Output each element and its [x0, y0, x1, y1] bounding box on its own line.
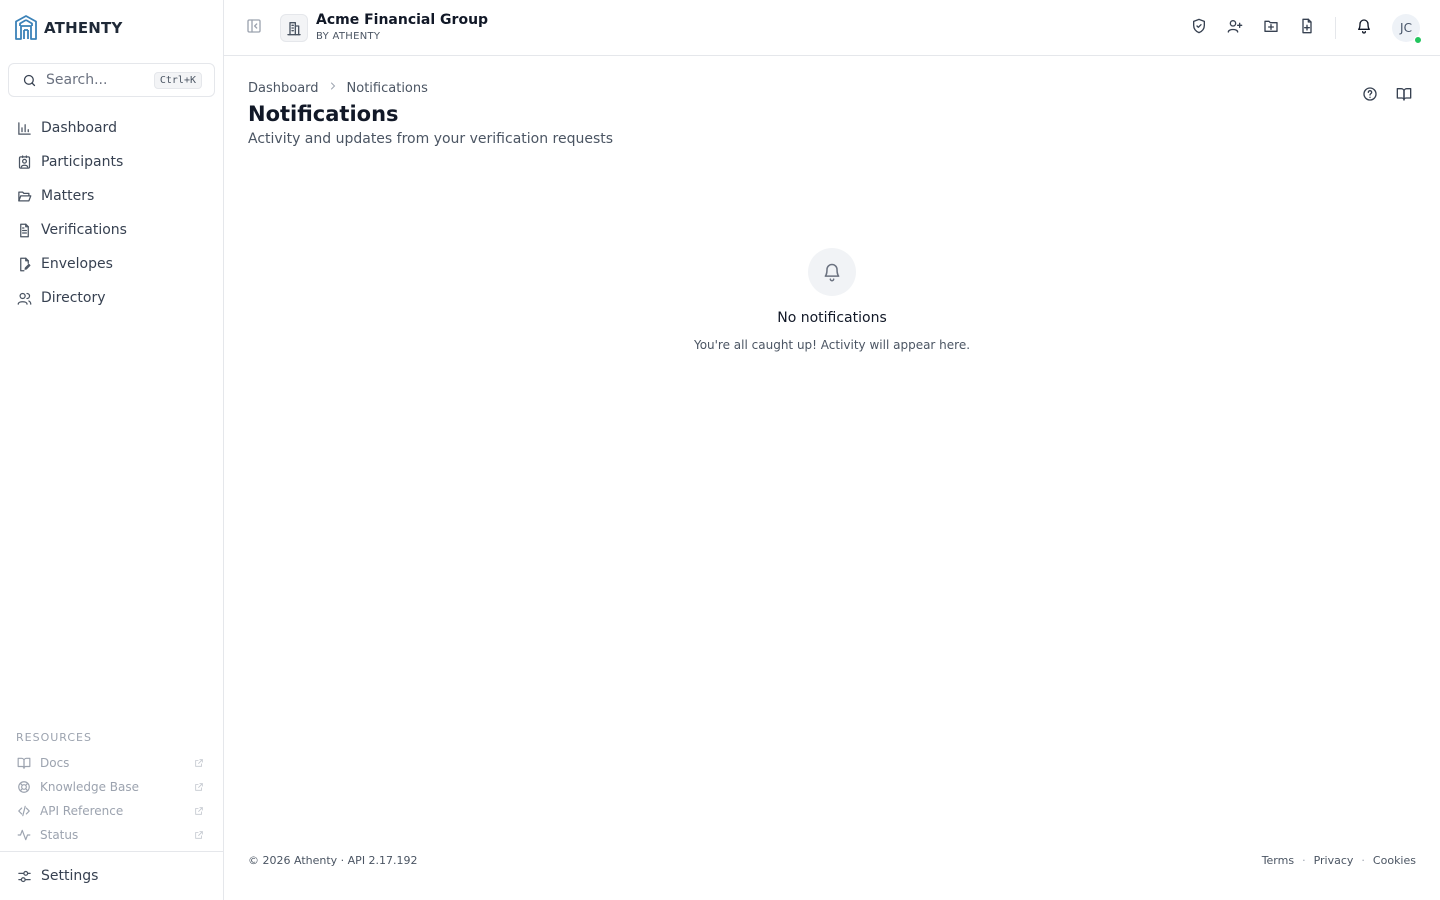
sidebar-item-matters[interactable]: Matters [0, 179, 223, 213]
sidebar-collapse-button[interactable] [244, 18, 264, 38]
settings-label: Settings [41, 868, 99, 884]
header-actions: JC [1181, 0, 1440, 56]
footer-separator: · [1361, 854, 1365, 867]
contact-icon [16, 154, 32, 170]
users-icon [16, 290, 32, 306]
add-participant-button[interactable] [1217, 10, 1253, 46]
sidebar-item-label: Matters [41, 188, 95, 204]
help-button[interactable] [1358, 84, 1382, 108]
empty-state: No notifications You're all caught up! A… [224, 248, 1440, 352]
breadcrumb-link-dashboard[interactable]: Dashboard [248, 81, 319, 96]
breadcrumb-current: Notifications [346, 80, 428, 96]
external-link-icon [191, 827, 207, 843]
sidebar-item-verifications[interactable]: Verifications [0, 213, 223, 247]
search-shortcut: Ctrl+K [153, 71, 202, 89]
empty-state-title: No notifications [777, 310, 887, 326]
sidebar-item-label: Participants [41, 154, 124, 170]
resource-link-knowledge-base[interactable]: Knowledge Base [0, 775, 223, 799]
resources-list: Docs Knowledge Base API Reference Status [0, 751, 223, 847]
header-divider [1335, 17, 1336, 39]
external-link-icon [191, 779, 207, 795]
new-matter-button[interactable] [1253, 10, 1289, 46]
panel-left-close-icon [246, 18, 262, 38]
chevron-right-icon [327, 80, 339, 96]
resource-label: API Reference [40, 804, 124, 818]
file-plus-icon [1299, 18, 1315, 38]
sidebar-item-label: Dashboard [41, 120, 117, 136]
presence-indicator [1414, 36, 1422, 44]
org-building-icon [280, 14, 308, 42]
sidebar-item-participants[interactable]: Participants [0, 145, 223, 179]
sidebar: ATHENTY Search... Ctrl+K Dashboard Parti… [0, 0, 224, 900]
sidebar-nav: Dashboard Participants Matters Verificat… [0, 111, 223, 315]
sidebar-item-envelopes[interactable]: Envelopes [0, 247, 223, 281]
resource-label: Status [40, 828, 79, 842]
footer-link-terms[interactable]: Terms [1262, 854, 1294, 867]
user-plus-icon [1227, 18, 1243, 38]
external-link-icon [191, 803, 207, 819]
help-circle-icon [1362, 86, 1378, 106]
code-icon [16, 803, 32, 819]
life-buoy-icon [16, 779, 32, 795]
brand-name: ATHENTY [44, 19, 123, 37]
file-text-icon [16, 222, 32, 238]
book-icon [16, 755, 32, 771]
search-placeholder: Search... [46, 72, 108, 88]
resource-label: Docs [40, 756, 70, 770]
resource-link-api-reference[interactable]: API Reference [0, 799, 223, 823]
footer-link-cookies[interactable]: Cookies [1373, 854, 1416, 867]
resource-link-docs[interactable]: Docs [0, 751, 223, 775]
new-document-button[interactable] [1289, 10, 1325, 46]
sidebar-item-label: Verifications [41, 222, 127, 238]
breadcrumb: Dashboard Notifications [248, 80, 428, 96]
folder-plus-icon [1263, 18, 1279, 38]
docs-button[interactable] [1392, 84, 1416, 108]
book-open-icon [1396, 86, 1412, 106]
sidebar-item-label: Envelopes [41, 256, 113, 272]
bell-icon [1356, 18, 1372, 38]
verify-button[interactable] [1181, 10, 1217, 46]
user-avatar-button[interactable]: JC [1392, 14, 1422, 44]
empty-state-bell-icon [808, 248, 856, 296]
page-actions [1358, 84, 1416, 108]
footer-separator: · [1302, 854, 1306, 867]
shield-check-icon [1191, 18, 1207, 38]
notifications-button[interactable] [1346, 10, 1382, 46]
top-header: Acme Financial Group BY ATHENTY JC [224, 0, 1440, 56]
page-subtitle: Activity and updates from your verificat… [248, 131, 614, 147]
folder-open-icon [16, 188, 32, 204]
org-subtitle: BY ATHENTY [316, 31, 381, 42]
athenty-logo-icon [14, 14, 38, 42]
bar-chart-icon [16, 120, 32, 136]
settings-button[interactable]: Settings [0, 851, 223, 900]
activity-icon [16, 827, 32, 843]
sidebar-item-dashboard[interactable]: Dashboard [0, 111, 223, 145]
resources-heading: RESOURCES [16, 731, 92, 744]
search-input[interactable]: Search... Ctrl+K [8, 63, 215, 97]
footer-copyright: © 2026 Athenty · API 2.17.192 [248, 854, 418, 867]
org-name[interactable]: Acme Financial Group [316, 12, 488, 28]
sidebar-item-directory[interactable]: Directory [0, 281, 223, 315]
empty-state-text: You're all caught up! Activity will appe… [693, 338, 971, 352]
page-title: Notifications [248, 102, 399, 126]
brand[interactable]: ATHENTY [14, 14, 123, 42]
footer-links: Terms · Privacy · Cookies [1262, 854, 1416, 867]
external-link-icon [191, 755, 207, 771]
file-signature-icon [16, 256, 32, 272]
sidebar-item-label: Directory [41, 290, 106, 306]
sliders-icon [16, 868, 32, 884]
footer-link-privacy[interactable]: Privacy [1314, 854, 1354, 867]
search-icon [21, 72, 37, 88]
resource-link-status[interactable]: Status [0, 823, 223, 847]
resource-label: Knowledge Base [40, 780, 139, 794]
